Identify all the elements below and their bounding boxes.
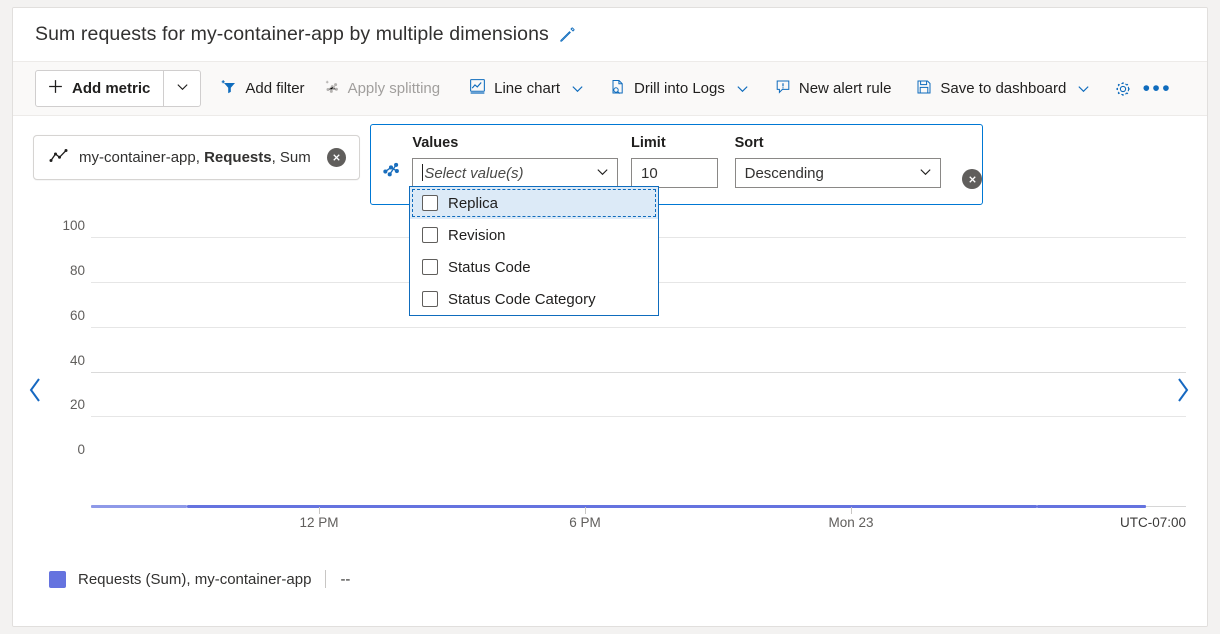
x-axis-tick: Mon 23: [828, 515, 873, 530]
dropdown-option-revision[interactable]: Revision: [410, 219, 658, 251]
dropdown-option-label: Revision: [448, 227, 506, 244]
add-filter-label: Add filter: [245, 80, 304, 97]
checkbox-icon[interactable]: [422, 227, 438, 243]
metric-chip-aggregation: , Sum: [272, 149, 311, 166]
legend-value: --: [340, 571, 350, 588]
chevron-down-icon: [567, 81, 585, 96]
chart-type-button[interactable]: Line chart: [459, 72, 594, 106]
new-alert-rule-label: New alert rule: [799, 80, 892, 97]
dropdown-option-label: Replica: [448, 195, 498, 212]
y-axis-tick: 40: [70, 353, 85, 368]
line-chart-icon: [468, 77, 487, 100]
chart-toolbar: Add metric Add filter: [13, 61, 1207, 116]
values-placeholder-wrap: Select value(s): [422, 164, 523, 182]
series-line-segment: [187, 505, 1037, 508]
pencil-icon[interactable]: [558, 25, 577, 44]
new-alert-rule-button[interactable]: New alert rule: [765, 72, 901, 106]
line-chart-icon: [49, 148, 69, 168]
x-axis-tickmark: [851, 507, 852, 514]
apply-splitting-icon: [371, 134, 412, 181]
sort-field: Sort Descending: [735, 134, 942, 188]
timezone-label: UTC-07:00: [1120, 515, 1186, 530]
limit-value: 10: [641, 165, 658, 182]
ellipsis-icon[interactable]: •••: [1140, 72, 1174, 106]
values-select[interactable]: Select value(s): [412, 158, 618, 188]
page-title: Sum requests for my-container-app by mul…: [35, 23, 549, 46]
save-to-dashboard-button[interactable]: Save to dashboard: [906, 72, 1100, 106]
y-axis-tick: 100: [62, 218, 85, 233]
metric-chip[interactable]: my-container-app, Requests, Sum: [33, 135, 360, 180]
checkbox-icon[interactable]: [422, 195, 438, 211]
limit-input[interactable]: 10: [631, 158, 718, 188]
ellipsis-dots: •••: [1143, 84, 1173, 94]
drill-into-logs-label: Drill into Logs: [634, 80, 725, 97]
chart-body: my-container-app, Requests, Sum: [13, 116, 1207, 626]
values-field: Values Select value(s): [412, 134, 618, 188]
chart-legend: Requests (Sum), my-container-app --: [49, 570, 350, 588]
y-axis-tick: 20: [70, 397, 85, 412]
add-metric-button[interactable]: Add metric: [36, 71, 163, 106]
dropdown-option-label: Status Code: [448, 259, 531, 276]
splitting-panel-close-button[interactable]: [962, 169, 982, 189]
gear-icon[interactable]: [1106, 72, 1140, 106]
checkbox-icon[interactable]: [422, 259, 438, 275]
dropdown-option-replica[interactable]: Replica: [410, 187, 658, 219]
y-axis-tick: 60: [70, 308, 85, 323]
chart-type-label: Line chart: [494, 80, 560, 97]
logs-icon: [609, 78, 627, 100]
legend-swatch: [49, 571, 66, 588]
legend-divider: [325, 570, 326, 588]
y-axis-tick: 0: [77, 442, 85, 457]
save-to-dashboard-label: Save to dashboard: [940, 80, 1066, 97]
values-label: Values: [412, 134, 618, 152]
dropdown-option-label: Status Code Category: [448, 291, 596, 308]
drill-into-logs-button[interactable]: Drill into Logs: [600, 72, 759, 106]
x-axis-tickmark: [585, 507, 586, 514]
chart-title-bar: Sum requests for my-container-app by mul…: [13, 8, 1207, 61]
plus-icon: [47, 78, 64, 99]
save-icon: [915, 78, 933, 100]
chevron-down-icon: [1073, 81, 1091, 96]
series-line-segment: [1037, 505, 1146, 508]
chevron-down-icon: [732, 81, 750, 96]
apply-splitting-label: Apply splitting: [348, 80, 441, 97]
limit-field: Limit 10: [631, 134, 718, 188]
x-axis-tick: 6 PM: [569, 515, 601, 530]
add-metric-dropdown-button[interactable]: [163, 71, 200, 106]
sort-label: Sort: [735, 134, 942, 152]
y-axis-tick: 80: [70, 263, 85, 278]
metrics-explorer-page: Sum requests for my-container-app by mul…: [0, 0, 1220, 634]
chevron-down-icon: [595, 164, 610, 183]
metric-chip-resource: my-container-app,: [79, 149, 204, 166]
apply-splitting-icon: [323, 78, 341, 100]
dropdown-option-status-code[interactable]: Status Code: [410, 251, 658, 283]
x-axis-tick: 12 PM: [299, 515, 338, 530]
alert-icon: [774, 78, 792, 100]
values-placeholder: Select value(s): [424, 165, 523, 182]
sort-value: Descending: [745, 165, 824, 182]
chevron-left-icon[interactable]: [23, 370, 49, 410]
metric-chip-metric: Requests: [204, 149, 272, 166]
limit-label: Limit: [631, 134, 718, 152]
legend-label[interactable]: Requests (Sum), my-container-app: [78, 571, 311, 588]
metric-chip-label: my-container-app, Requests, Sum: [79, 149, 311, 166]
dropdown-option-status-code-category[interactable]: Status Code Category: [410, 283, 658, 315]
gridline: [91, 327, 1186, 328]
dimension-dropdown: Replica Revision Status Code Status Code…: [409, 186, 659, 316]
metric-chip-close-button[interactable]: [327, 148, 346, 167]
gridline: [91, 372, 1186, 373]
filter-icon: [220, 78, 238, 100]
gridline: [91, 416, 1186, 417]
add-filter-button[interactable]: Add filter: [211, 72, 313, 106]
add-metric-group: Add metric: [35, 70, 201, 107]
checkbox-icon[interactable]: [422, 291, 438, 307]
add-metric-label: Add metric: [72, 80, 150, 97]
x-axis-tickmark: [319, 507, 320, 514]
sort-select[interactable]: Descending: [735, 158, 942, 188]
series-line-segment: [91, 505, 187, 508]
metrics-chart-card: Sum requests for my-container-app by mul…: [12, 7, 1208, 627]
chevron-down-icon: [175, 79, 190, 99]
apply-splitting-button[interactable]: Apply splitting: [314, 72, 450, 106]
chevron-down-icon: [918, 164, 933, 183]
